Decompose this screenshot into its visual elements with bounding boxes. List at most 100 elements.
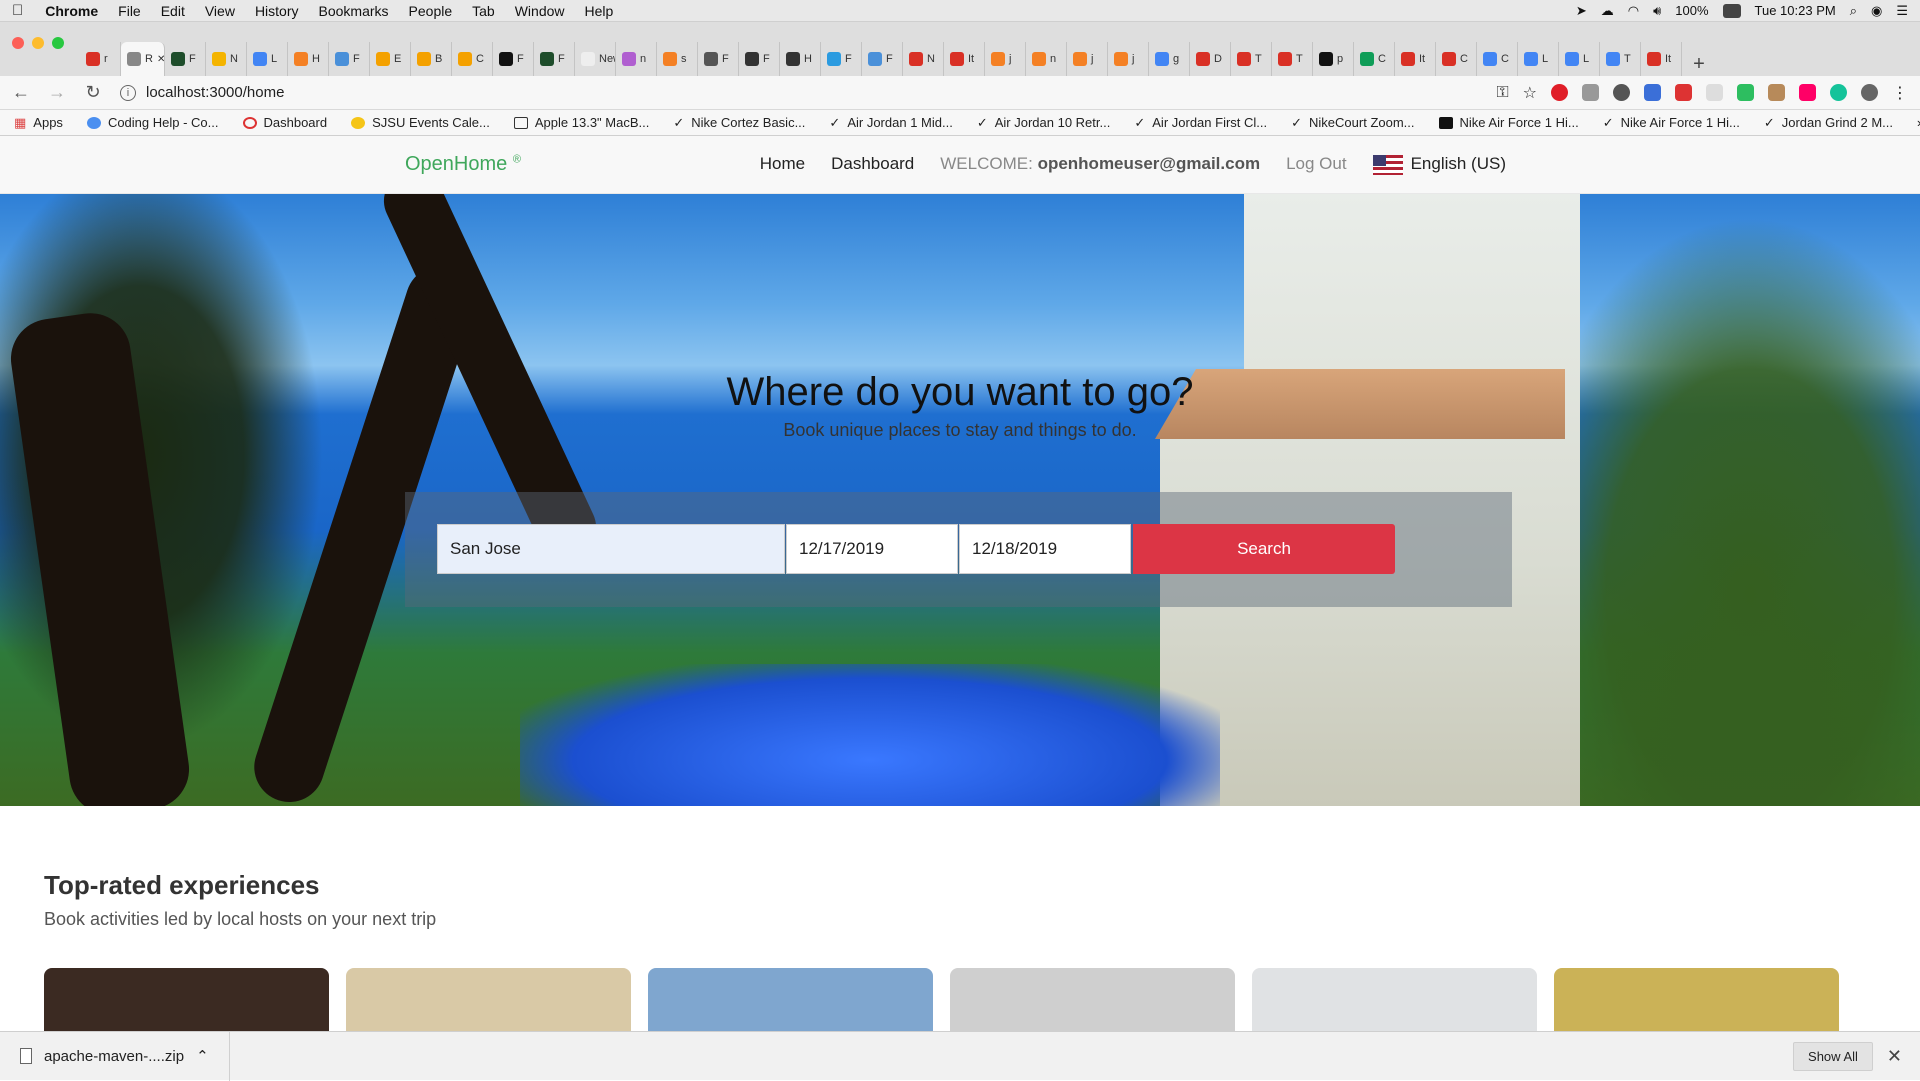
bookmark-sjsu-events[interactable]: SJSU Events Cale... <box>351 115 490 130</box>
reload-icon[interactable]: ↻ <box>84 82 102 103</box>
menu-people[interactable]: People <box>409 3 453 19</box>
browser-tab[interactable]: New <box>575 42 616 76</box>
browser-tab[interactable]: F <box>165 42 206 76</box>
menu-window[interactable]: Window <box>515 3 565 19</box>
close-icon[interactable]: ✕ <box>1887 1046 1902 1067</box>
browser-tab[interactable]: g <box>1149 42 1190 76</box>
url-text[interactable]: localhost:3000/home <box>146 84 284 101</box>
bookmark-coding-help[interactable]: Coding Help - Co... <box>86 115 219 130</box>
browser-tab[interactable]: T <box>1600 42 1641 76</box>
browser-tab[interactable]: E <box>370 42 411 76</box>
download-item[interactable]: apache-maven-....zip ⌃ <box>0 1031 230 1081</box>
experience-card-image[interactable] <box>1252 968 1537 1038</box>
close-window-button[interactable] <box>12 37 24 49</box>
location-icon[interactable]: ➤ <box>1576 3 1587 19</box>
omnibox[interactable]: i localhost:3000/home <box>120 79 1420 107</box>
back-icon[interactable]: ← <box>12 82 30 103</box>
bookmark-apple-macbook[interactable]: Apple 13.3" MacB... <box>513 115 649 130</box>
browser-tab[interactable]: N <box>206 42 247 76</box>
browser-tab[interactable]: j <box>985 42 1026 76</box>
search-button[interactable]: Search <box>1133 524 1395 574</box>
browser-tab[interactable]: D <box>1190 42 1231 76</box>
browser-tab[interactable]: C <box>452 42 493 76</box>
ghost-extension-icon[interactable] <box>1706 84 1723 101</box>
forward-icon[interactable]: → <box>48 82 66 103</box>
menu-bookmarks[interactable]: Bookmarks <box>319 3 389 19</box>
close-tab-icon[interactable]: ✕ <box>157 54 164 65</box>
bookmark-nike-air-force-1-b[interactable]: ✓ Nike Air Force 1 Hi... <box>1603 115 1740 131</box>
experience-card-image[interactable] <box>950 968 1235 1038</box>
browser-tab[interactable]: F <box>329 42 370 76</box>
browser-tab[interactable]: H <box>288 42 329 76</box>
browser-tab[interactable]: F <box>493 42 534 76</box>
chrome-menu-icon[interactable]: ⋮ <box>1892 83 1908 103</box>
browser-tab[interactable]: It <box>1395 42 1436 76</box>
menu-list-icon[interactable]: ☰ <box>1896 3 1908 19</box>
siri-icon[interactable]: ◉ <box>1871 3 1882 19</box>
check-out-date-input[interactable]: 12/18/2019 <box>959 524 1131 574</box>
browser-tab[interactable]: n <box>1026 42 1067 76</box>
circle-extension-icon[interactable] <box>1613 84 1630 101</box>
browser-tab[interactable]: j <box>1067 42 1108 76</box>
browser-tab[interactable]: F <box>698 42 739 76</box>
browser-tab[interactable]: F <box>862 42 903 76</box>
bookmark-apps[interactable]: ▦ Apps <box>14 115 63 131</box>
browser-tab-active[interactable]: R ✕ <box>121 42 165 76</box>
browser-tab[interactable]: r <box>80 42 121 76</box>
experience-card-image[interactable] <box>648 968 933 1038</box>
browser-tab[interactable]: C <box>1354 42 1395 76</box>
browser-tab[interactable]: F <box>739 42 780 76</box>
browser-tab[interactable]: H <box>780 42 821 76</box>
browser-tab[interactable]: n <box>616 42 657 76</box>
browser-tab[interactable]: s <box>657 42 698 76</box>
browser-tab[interactable]: N <box>903 42 944 76</box>
menu-view[interactable]: View <box>205 3 235 19</box>
minimize-window-button[interactable] <box>32 37 44 49</box>
brand-logo[interactable]: OpenHome ® <box>405 153 521 176</box>
experience-card-image[interactable] <box>44 968 329 1038</box>
browser-tab[interactable]: B <box>411 42 452 76</box>
wifi-icon[interactable]: ◠ <box>1628 3 1639 19</box>
volume-icon[interactable]: 🔊︎ <box>1653 3 1661 19</box>
check-in-date-input[interactable]: 12/17/2019 <box>786 524 958 574</box>
logout-link[interactable]: Log Out <box>1286 154 1347 174</box>
apple-icon[interactable]:  <box>12 2 23 19</box>
nav-dashboard-link[interactable]: Dashboard <box>831 154 914 174</box>
chevron-up-icon[interactable]: ⌃ <box>196 1047 209 1065</box>
bookmark-nike-air-force-1[interactable]: Nike Air Force 1 Hi... <box>1438 115 1579 130</box>
browser-tab[interactable]: T <box>1231 42 1272 76</box>
menu-file[interactable]: File <box>118 3 141 19</box>
browser-tab[interactable]: F <box>534 42 575 76</box>
cloud-extension-icon[interactable] <box>1582 84 1599 101</box>
key-icon[interactable]: ⚿ <box>1496 84 1508 102</box>
bookmark-nike-cortez[interactable]: ✓ Nike Cortez Basic... <box>673 115 805 131</box>
menu-history[interactable]: History <box>255 3 299 19</box>
red-extension-icon[interactable] <box>1675 84 1692 101</box>
clock[interactable]: Tue 10:23 PM <box>1755 3 1836 18</box>
browser-tab[interactable]: It <box>944 42 985 76</box>
browser-tab[interactable]: L <box>1518 42 1559 76</box>
browser-tab[interactable]: j <box>1108 42 1149 76</box>
browser-tab[interactable]: C <box>1436 42 1477 76</box>
bookmark-dashboard[interactable]: Dashboard <box>242 115 327 130</box>
grammarly-extension-icon[interactable] <box>1830 84 1847 101</box>
site-info-icon[interactable]: i <box>120 84 136 101</box>
browser-tab[interactable]: p <box>1313 42 1354 76</box>
experience-card-image[interactable] <box>1554 968 1839 1038</box>
nav-home-link[interactable]: Home <box>760 154 805 174</box>
opera-extension-icon[interactable] <box>1551 84 1568 101</box>
bookmark-air-jordan-first[interactable]: ✓ Air Jordan First Cl... <box>1134 115 1267 131</box>
browser-tab[interactable]: It <box>1641 42 1682 76</box>
language-selector[interactable]: English (US) <box>1372 154 1506 175</box>
new-tab-button[interactable]: + <box>1682 53 1716 76</box>
settings-extension-icon[interactable] <box>1861 84 1878 101</box>
blue-extension-icon[interactable] <box>1644 84 1661 101</box>
cloud-icon[interactable]: ☁ <box>1601 3 1614 19</box>
bookmark-star-icon[interactable]: ☆ <box>1523 83 1537 103</box>
menu-help[interactable]: Help <box>585 3 614 19</box>
spotlight-search-icon[interactable]: ⌕ <box>1850 3 1857 19</box>
menu-tab[interactable]: Tab <box>472 3 495 19</box>
arrow-extension-icon[interactable] <box>1799 84 1816 101</box>
browser-tab[interactable]: C <box>1477 42 1518 76</box>
browser-tab[interactable]: L <box>247 42 288 76</box>
